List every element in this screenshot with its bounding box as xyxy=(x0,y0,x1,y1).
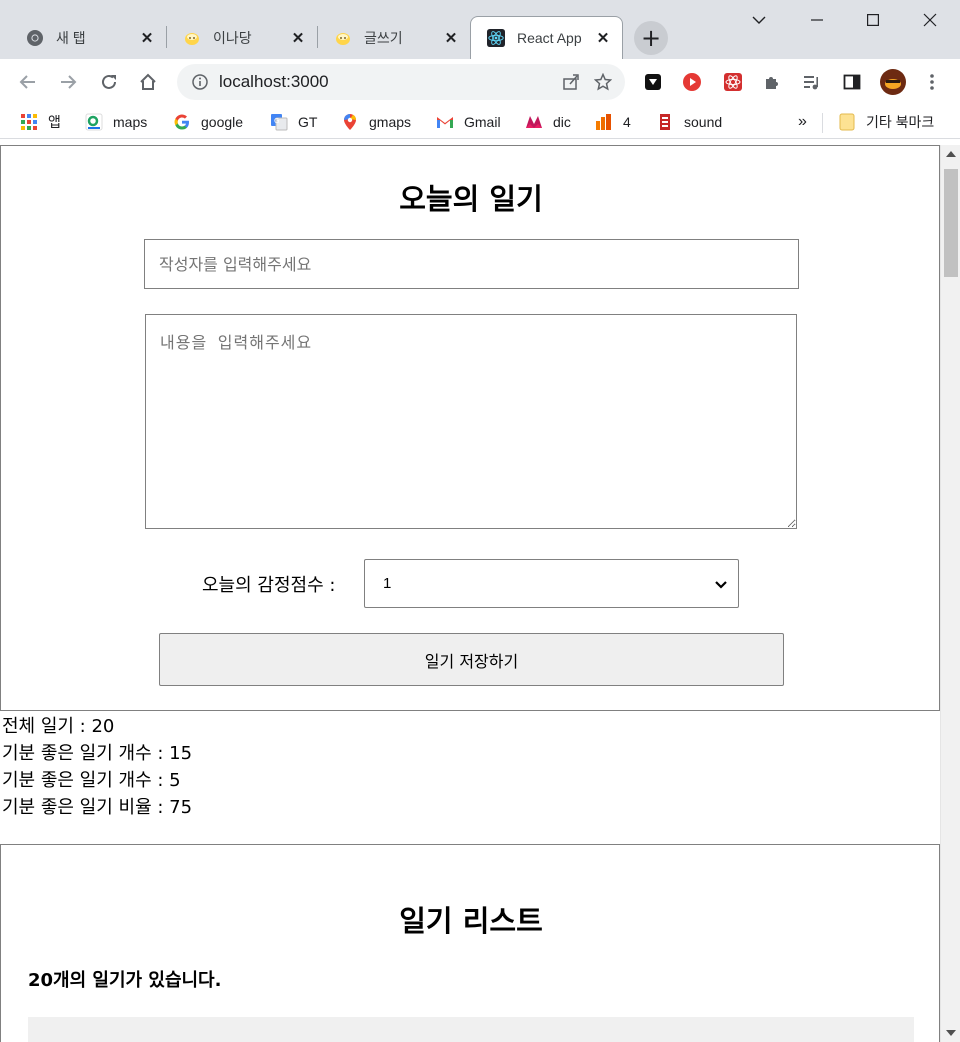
emotion-row: 오늘의 감정점수 : 1 xyxy=(1,559,940,609)
back-arrow-icon[interactable] xyxy=(12,66,44,98)
bookmark-gmail[interactable]: Gmail xyxy=(436,110,501,134)
tab-react-app[interactable]: React App ✕ xyxy=(470,16,623,59)
scroll-down-arrow-icon[interactable] xyxy=(946,1030,956,1036)
bookmark-label: 4 xyxy=(623,114,631,130)
close-icon[interactable]: ✕ xyxy=(594,29,612,47)
dictionary-icon xyxy=(525,113,543,131)
stat-good-count: 기분 좋은 일기 개수 : 15 xyxy=(2,743,193,764)
new-tab-button[interactable]: + xyxy=(634,21,668,55)
tab-strip: 새 탭 ✕ 이나당 ✕ 글쓰기 ✕ React App ✕ + xyxy=(0,0,960,59)
bookmark-other-folder[interactable]: 기타 북마크 xyxy=(838,110,934,134)
chevron-down-icon xyxy=(714,577,728,594)
side-panel-icon[interactable] xyxy=(838,68,866,96)
close-window-icon[interactable] xyxy=(908,6,952,34)
apps-grid-icon xyxy=(20,113,38,131)
close-icon[interactable]: ✕ xyxy=(442,29,460,47)
map-pin-icon xyxy=(341,113,359,131)
chrome-icon xyxy=(26,29,44,47)
maps-icon xyxy=(85,113,103,131)
browser-toolbar: localhost:3000 xyxy=(0,59,960,105)
stat-total: 전체 일기 : 20 xyxy=(2,716,115,737)
forward-arrow-icon[interactable] xyxy=(52,66,84,98)
url-text: localhost:3000 xyxy=(219,72,329,91)
puzzle-icon[interactable] xyxy=(758,68,786,96)
tab-title: React App xyxy=(517,30,582,46)
bookmark-sound[interactable]: sound xyxy=(656,110,722,134)
minimize-icon[interactable] xyxy=(795,6,839,34)
bookmark-label: maps xyxy=(113,114,148,130)
author-input[interactable] xyxy=(144,239,799,289)
share-icon[interactable] xyxy=(555,73,587,91)
info-icon[interactable] xyxy=(189,74,211,90)
bookmark-label: Gmail xyxy=(464,114,501,130)
scroll-up-arrow-icon[interactable] xyxy=(946,151,956,157)
chick-icon xyxy=(183,29,201,47)
bookmark-4[interactable]: 4 xyxy=(595,110,631,134)
diary-list: 일기 리스트 20개의 일기가 있습니다. xyxy=(0,844,940,1042)
chick-icon xyxy=(334,29,352,47)
react-devtools-icon[interactable] xyxy=(719,68,747,96)
bookmark-gt[interactable]: G GT xyxy=(270,110,317,134)
save-diary-button[interactable]: 일기 저장하기 xyxy=(159,633,784,686)
bookmark-label: 앱 xyxy=(48,114,61,130)
content-textarea[interactable] xyxy=(145,314,797,529)
address-bar[interactable]: localhost:3000 xyxy=(177,64,625,100)
bookmark-apps[interactable]: 앱 xyxy=(20,110,61,134)
google-icon xyxy=(173,113,191,131)
diary-editor: 오늘의 일기 오늘의 감정점수 : 1 일기 저장하기 xyxy=(0,145,940,711)
tab-title: 새 탭 xyxy=(56,29,86,46)
stat-good-ratio: 기분 좋은 일기 비율 : 75 xyxy=(2,797,193,818)
avatar[interactable] xyxy=(879,68,907,96)
bookmarks-overflow-button[interactable]: » xyxy=(798,110,807,134)
page-viewport: 오늘의 일기 오늘의 감정점수 : 1 일기 저장하기 전체 일기 : 20 기… xyxy=(0,145,940,1042)
tab-title: 글쓰기 xyxy=(364,29,403,46)
list-title: 일기 리스트 xyxy=(399,904,543,938)
svg-text:G: G xyxy=(274,117,279,125)
tab-search-icon[interactable] xyxy=(737,6,781,34)
list-item xyxy=(28,1017,914,1042)
emotion-selected-value: 1 xyxy=(383,575,392,592)
download-extension-icon[interactable] xyxy=(639,68,667,96)
folder-icon xyxy=(838,113,856,131)
bookmark-label: 기타 북마크 xyxy=(866,114,935,130)
sound-icon xyxy=(656,113,674,131)
kebab-menu-icon[interactable] xyxy=(918,68,946,96)
bookmark-label: sound xyxy=(684,114,723,130)
bookmark-maps[interactable]: maps xyxy=(85,110,147,134)
bookmark-label: gmaps xyxy=(369,114,412,130)
emotion-select[interactable]: 1 xyxy=(364,559,739,608)
bookmark-google[interactable]: google xyxy=(173,110,243,134)
diary-stats: 전체 일기 : 20 기분 좋은 일기 개수 : 15 기분 좋은 일기 개수 … xyxy=(2,713,192,821)
editor-title: 오늘의 일기 xyxy=(399,182,543,216)
bookmarks-bar: 앱 maps google G GT gmaps Gmail dic 4 sou… xyxy=(0,105,960,139)
maximize-icon[interactable] xyxy=(851,6,895,34)
close-icon[interactable]: ✕ xyxy=(138,29,156,47)
bookmark-label: dic xyxy=(553,114,571,130)
emotion-label: 오늘의 감정점수 : xyxy=(202,575,336,596)
tab-title: 이나당 xyxy=(213,29,252,46)
bookmark-separator xyxy=(822,113,823,133)
bookmark-label: GT xyxy=(298,114,318,130)
home-icon[interactable] xyxy=(132,66,164,98)
tab-new-tab[interactable]: 새 탭 ✕ xyxy=(10,16,166,59)
close-icon[interactable]: ✕ xyxy=(289,29,307,47)
office-icon xyxy=(595,113,613,131)
react-icon xyxy=(487,29,505,47)
reload-icon[interactable] xyxy=(93,66,125,98)
play-extension-icon[interactable] xyxy=(678,68,706,96)
star-icon[interactable] xyxy=(587,73,619,91)
tab-writing[interactable]: 글쓰기 ✕ xyxy=(318,16,470,59)
stat-bad-count: 기분 좋은 일기 개수 : 5 xyxy=(2,770,181,791)
scrollbar-thumb[interactable] xyxy=(944,169,958,277)
media-queue-icon[interactable] xyxy=(797,68,825,96)
list-count: 20개의 일기가 있습니다. xyxy=(28,970,222,991)
bookmark-gmaps[interactable]: gmaps xyxy=(341,110,411,134)
bookmark-label: google xyxy=(201,114,244,130)
bookmark-dic[interactable]: dic xyxy=(525,110,571,134)
tab-inadang[interactable]: 이나당 ✕ xyxy=(167,16,317,59)
gmail-icon xyxy=(436,113,454,131)
translate-icon: G xyxy=(270,113,288,131)
page-scrollbar[interactable] xyxy=(940,145,960,1042)
